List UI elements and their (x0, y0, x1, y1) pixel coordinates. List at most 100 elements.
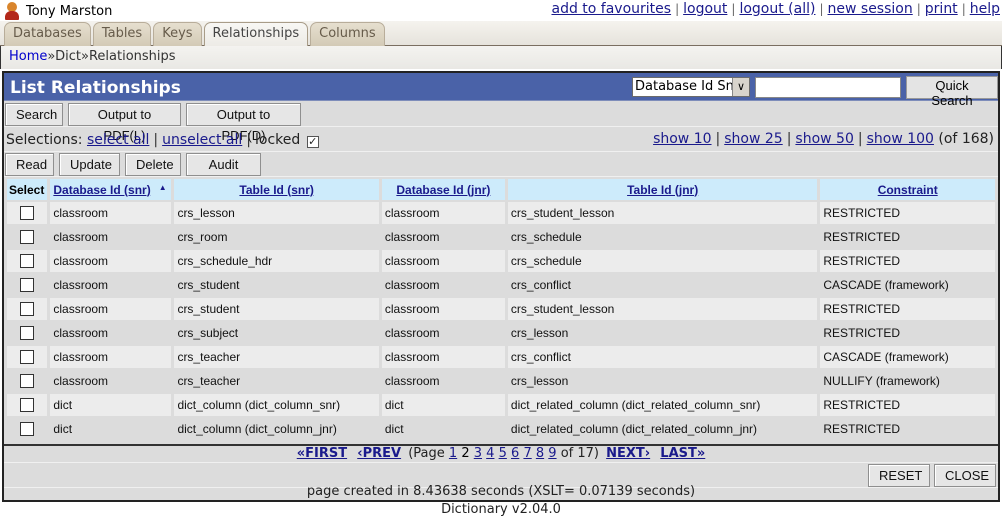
table-row[interactable]: classroom crs_room classroom crs_schedule RE… (7, 226, 995, 248)
tab-keys[interactable]: Keys (153, 22, 202, 46)
row-select-checkbox[interactable] (20, 302, 35, 317)
page-link[interactable]: 8 (536, 446, 544, 461)
table-row[interactable]: classroom crs_student classroom crs_student… (7, 298, 995, 320)
page-link[interactable]: 1 (449, 446, 457, 461)
table-row[interactable]: classroom crs_student classroom crs_conflic… (7, 274, 995, 296)
title-bar: List Relationships Database Id Snr ∨ Qui… (4, 73, 998, 108)
cell-database-id-snr: classroom (50, 274, 172, 296)
tab-columns[interactable]: Columns (310, 22, 385, 46)
row-select-checkbox[interactable] (20, 278, 35, 293)
breadcrumb-current: Relationships (88, 49, 176, 64)
read-button[interactable]: Read (5, 153, 54, 176)
select-all-link[interactable]: select all (87, 132, 149, 148)
output-pdf-l-button[interactable]: Output to PDF(L) (68, 103, 181, 143)
row-select-checkbox[interactable] (20, 374, 35, 389)
cell-database-id-jnr: classroom (381, 202, 505, 224)
reset-button[interactable]: RESET (868, 464, 930, 487)
column-header-database-id-jnr[interactable]: Database Id (jnr) (381, 179, 505, 200)
audit-trail-button[interactable]: Audit Trail (186, 153, 261, 193)
table-row[interactable]: classroom crs_subject classroom crs_lesson R… (7, 322, 995, 344)
column-header-database-id-snr[interactable]: Database Id (snr) ▲ (50, 179, 172, 200)
cell-table-id-jnr: crs_lesson (507, 370, 818, 392)
cell-table-id-jnr: dict_related_column (dict_related_column… (507, 394, 818, 416)
breadcrumb-home[interactable]: Home (9, 49, 47, 64)
search-button[interactable]: Search (5, 103, 63, 126)
unselect-all-link[interactable]: unselect all (162, 132, 242, 148)
page-link[interactable]: 4 (486, 446, 494, 461)
page-link[interactable]: 7 (523, 446, 531, 461)
add-to-favourites-link[interactable]: add to favourites (551, 1, 671, 17)
table-row[interactable]: dict dict_column (dict_column_jnr) dict dic… (7, 418, 995, 440)
show-100-link[interactable]: show 100 (867, 131, 934, 147)
row-select-checkbox[interactable] (20, 398, 35, 413)
table-row[interactable]: classroom crs_teacher classroom crs_conflic… (7, 346, 995, 368)
pagination: «FIRST ‹PREV (Page 1 2 3 4 5 6 7 8 9 of … (4, 444, 998, 462)
table-row[interactable]: classroom crs_lesson classroom crs_student_… (7, 202, 995, 224)
sort-link[interactable]: Constraint (878, 183, 938, 197)
cell-constraint: RESTRICTED (820, 250, 995, 272)
tab-strip: Databases Tables Keys Relationships Colu… (0, 21, 1002, 48)
separator: | (857, 131, 863, 147)
show-25-link[interactable]: show 25 (724, 131, 782, 147)
page-link[interactable]: 6 (511, 446, 519, 461)
sort-link[interactable]: Table Id (jnr) (627, 183, 698, 197)
last-page-link[interactable]: LAST» (660, 446, 705, 461)
next-page-link[interactable]: NEXT› (606, 446, 650, 461)
cell-table-id-snr: dict_column (dict_column_jnr) (174, 418, 379, 440)
table-header-row: Select Database Id (snr) ▲ Table Id (snr)… (7, 179, 995, 200)
quick-search-button[interactable]: Quick Search (906, 76, 998, 108)
update-button[interactable]: Update (59, 153, 120, 176)
show-10-link[interactable]: show 10 (653, 131, 711, 147)
user-avatar-icon (4, 2, 20, 20)
cell-table-id-jnr: crs_conflict (507, 346, 818, 368)
tab-databases[interactable]: Databases (4, 22, 91, 46)
help-link[interactable]: help (970, 1, 1000, 17)
logout-all-link[interactable]: logout (all) (739, 1, 815, 17)
locked-checkbox[interactable]: ✓ (306, 136, 319, 148)
table-row[interactable]: dict dict_column (dict_column_snr) dict dic… (7, 394, 995, 416)
row-select-checkbox[interactable] (20, 326, 35, 341)
cell-database-id-snr: dict (50, 394, 172, 416)
column-header-constraint[interactable]: Constraint (820, 179, 995, 200)
sort-link[interactable]: Table Id (snr) (239, 183, 313, 197)
column-header-table-id-jnr[interactable]: Table Id (jnr) (507, 179, 818, 200)
chevron-down-icon[interactable]: ∨ (732, 78, 749, 96)
table-row[interactable]: classroom crs_teacher classroom crs_lesson N… (7, 370, 995, 392)
logout-link[interactable]: logout (683, 1, 727, 17)
table-row[interactable]: classroom crs_schedule_hdr classroom crs_sc… (7, 250, 995, 272)
quick-search-field-select[interactable]: Database Id Snr ∨ (632, 77, 750, 97)
show-50-link[interactable]: show 50 (795, 131, 853, 147)
new-session-link[interactable]: new session (828, 1, 913, 17)
page-size-controls: show 10 | show 25 | show 50 | show 100 (of 168… (653, 131, 994, 147)
prev-page-link[interactable]: ‹PREV (357, 446, 401, 461)
tab-tables[interactable]: Tables (92, 22, 152, 46)
sort-link[interactable]: Database Id (snr) (53, 183, 150, 197)
separator: | (153, 132, 159, 148)
cell-table-id-snr: crs_subject (174, 322, 379, 344)
page-link[interactable]: 5 (499, 446, 507, 461)
quick-search-input[interactable] (755, 77, 901, 98)
selection-controls: Selections: select all | unselect all | lock… (6, 132, 319, 148)
page-link[interactable]: 9 (548, 446, 556, 461)
select-cell (7, 322, 48, 344)
cell-table-id-jnr: crs_student_lesson (507, 298, 818, 320)
output-pdf-d-button[interactable]: Output to PDF(D) (186, 103, 301, 143)
row-select-checkbox[interactable] (20, 254, 35, 269)
sort-link[interactable]: Database Id (jnr) (396, 183, 490, 197)
row-select-checkbox[interactable] (20, 350, 35, 365)
page-link[interactable]: 3 (474, 446, 482, 461)
first-page-link[interactable]: «FIRST (297, 446, 347, 461)
column-header-table-id-snr[interactable]: Table Id (snr) (174, 179, 379, 200)
cell-table-id-snr: crs_lesson (174, 202, 379, 224)
page-links: 1 2 3 4 5 6 7 8 9 (449, 446, 557, 461)
close-button[interactable]: CLOSE (934, 464, 996, 487)
separator: | (961, 2, 966, 16)
cell-table-id-jnr: crs_schedule (507, 250, 818, 272)
row-select-checkbox[interactable] (20, 206, 35, 221)
print-link[interactable]: print (925, 1, 958, 17)
row-select-checkbox[interactable] (20, 422, 35, 437)
tab-relationships[interactable]: Relationships (203, 22, 309, 48)
cell-constraint: CASCADE (framework) (820, 274, 995, 296)
row-select-checkbox[interactable] (20, 230, 35, 245)
delete-button[interactable]: Delete (125, 153, 181, 176)
